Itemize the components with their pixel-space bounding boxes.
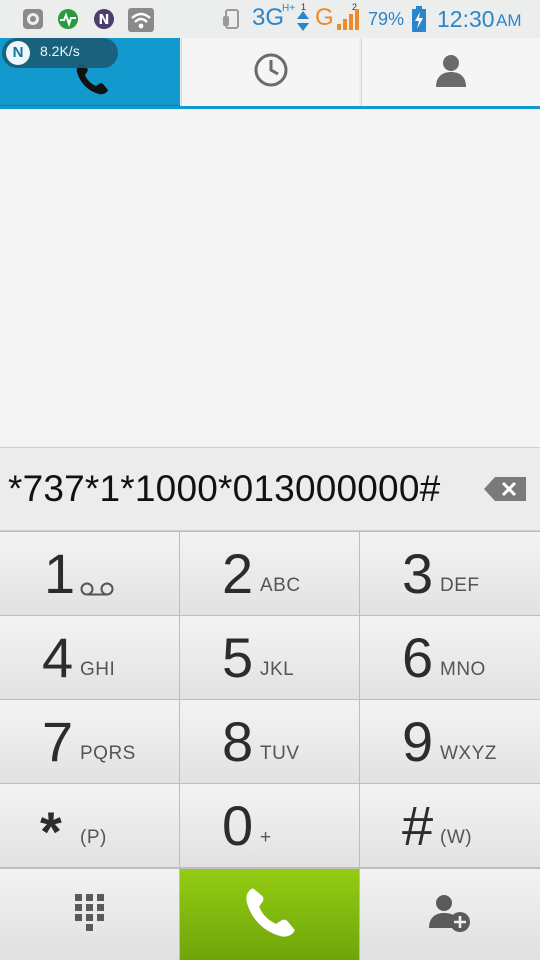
key-hash[interactable]: # (W) <box>360 784 540 867</box>
network-speed-overlay[interactable]: N 8.2K/s <box>2 38 118 68</box>
key-letters: JKL <box>260 659 295 680</box>
key-digit: 0 <box>222 794 254 857</box>
key-digit: 8 <box>222 710 254 773</box>
key-digit: # <box>402 794 434 857</box>
key-2[interactable]: 2 ABC <box>180 532 359 615</box>
call-button[interactable] <box>180 869 359 960</box>
call-icon <box>239 882 301 948</box>
key-digit: * <box>40 800 62 863</box>
screenshot-icon <box>22 8 44 34</box>
status-bar: N 3G H+ 1 G 2 79% 12:30 AM <box>0 0 540 38</box>
key-7[interactable]: 7 PQRS <box>0 700 179 783</box>
key-letters: GHI <box>80 659 116 680</box>
key-letters: PQRS <box>80 743 136 764</box>
key-digit: 9 <box>402 710 434 773</box>
key-0[interactable]: 0 + <box>180 784 359 867</box>
call-log-area[interactable] <box>0 110 540 447</box>
wifi-icon <box>128 8 154 36</box>
key-digit: 2 <box>222 542 254 605</box>
signal-icon <box>336 6 360 34</box>
key-letters: DEF <box>440 575 480 596</box>
network-type-2: G <box>315 4 334 31</box>
voicemail-icon <box>80 580 114 602</box>
key-digit: 4 <box>42 626 74 689</box>
dialed-number-field[interactable]: *737*1*1000*013000000# <box>0 447 540 531</box>
key-9[interactable]: 9 WXYZ <box>360 700 540 783</box>
keypad: 1 2 ABC 3 DEF 4 GHI 5 JKL 6 MNO 7 PQRS 8… <box>0 531 540 868</box>
key-digit: 3 <box>402 542 434 605</box>
clock-icon <box>253 52 289 92</box>
clock: 12:30 <box>437 6 495 32</box>
key-digit: 6 <box>402 626 434 689</box>
dialpad-toggle-button[interactable] <box>0 869 179 960</box>
person-icon <box>433 52 469 92</box>
network-type-1: 3G <box>252 4 285 31</box>
battery-percent: 79% <box>368 9 405 29</box>
key-digit: 1 <box>44 542 76 605</box>
network-monitor-logo: N <box>6 41 30 65</box>
add-contact-button[interactable] <box>360 869 540 960</box>
key-star[interactable]: * (P) <box>0 784 179 867</box>
clock-ampm: AM <box>496 11 522 30</box>
signal-arrows-icon <box>296 11 310 35</box>
key-3[interactable]: 3 DEF <box>360 532 540 615</box>
svg-text:N: N <box>99 13 110 28</box>
key-letters: WXYZ <box>440 743 497 764</box>
network-badge: H+ <box>282 3 296 14</box>
dialer-screen: N 3G H+ 1 G 2 79% 12:30 AM N 8.2K/s *737… <box>0 0 540 960</box>
key-digit: 7 <box>42 710 74 773</box>
dialed-number: *737*1*1000*013000000# <box>8 468 441 509</box>
data-transfer-icon <box>222 7 244 35</box>
key-letters: ABC <box>260 575 301 596</box>
notification-n-icon: N <box>93 8 115 34</box>
key-4[interactable]: 4 GHI <box>0 616 179 699</box>
key-5[interactable]: 5 JKL <box>180 616 359 699</box>
tab-indicator-line <box>0 106 540 109</box>
add-contact-icon <box>427 892 473 938</box>
key-digit: 5 <box>222 626 254 689</box>
key-letters: TUV <box>260 743 300 764</box>
key-1[interactable]: 1 <box>0 532 179 615</box>
activity-icon <box>57 8 79 34</box>
key-letters: (W) <box>440 827 473 848</box>
key-6[interactable]: 6 MNO <box>360 616 540 699</box>
key-letters: (P) <box>80 827 107 848</box>
key-letters: + <box>260 827 272 848</box>
key-8[interactable]: 8 TUV <box>180 700 359 783</box>
action-bar <box>0 868 540 960</box>
network-speed: 8.2K/s <box>40 43 80 59</box>
dialpad-icon <box>74 893 105 936</box>
backspace-icon[interactable] <box>484 477 526 501</box>
tab-recent[interactable] <box>181 38 359 106</box>
battery-charging-icon <box>411 6 427 36</box>
key-letters: MNO <box>440 659 486 680</box>
tab-contacts[interactable] <box>361 38 540 106</box>
